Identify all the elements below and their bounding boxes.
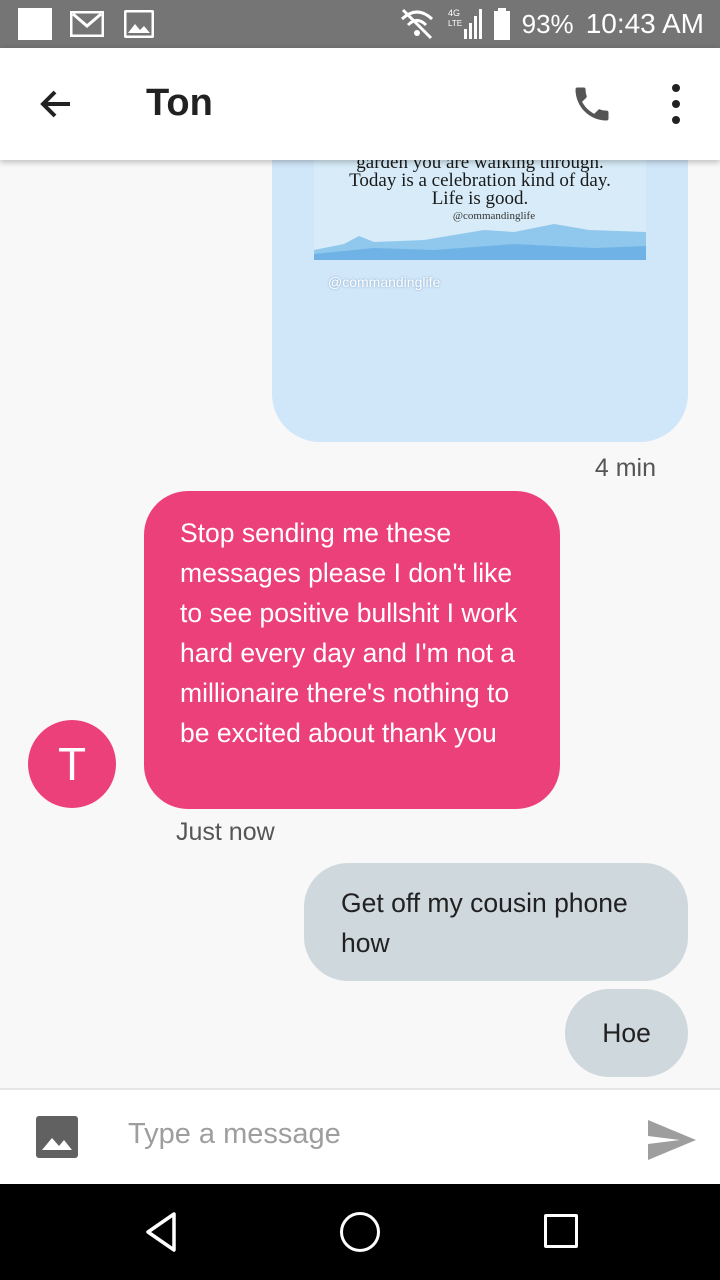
nav-back-icon[interactable] xyxy=(140,1210,184,1254)
quote-text: garden you are walking through. Today is… xyxy=(314,160,646,208)
gmail-icon xyxy=(70,10,104,38)
battery-percentage: 93% xyxy=(521,8,574,39)
system-nav-bar xyxy=(0,1184,720,1280)
app-bar: Ton xyxy=(0,48,720,160)
notification-icons xyxy=(18,8,156,40)
message-timestamp: Just now xyxy=(176,818,275,846)
wifi-off-icon xyxy=(400,8,433,40)
message-input[interactable]: Type a message xyxy=(128,1118,341,1151)
outgoing-message-bubble[interactable]: Get off my cousin phone how xyxy=(304,863,688,981)
battery-icon xyxy=(493,8,510,40)
avatar[interactable]: T xyxy=(28,720,116,808)
quote-image: garden you are walking through. Today is… xyxy=(314,160,646,260)
mountain-graphic xyxy=(314,224,646,260)
image-notification-icon xyxy=(122,10,156,38)
svg-text:LTE: LTE xyxy=(448,19,462,28)
conversation-list[interactable]: garden you are walking through. Today is… xyxy=(0,160,720,1088)
send-icon[interactable] xyxy=(646,1118,698,1162)
compose-bar: Type a message xyxy=(0,1088,720,1184)
contact-name: Ton xyxy=(146,82,213,124)
attach-image-icon[interactable] xyxy=(36,1116,78,1158)
status-icons: 4G LTE 93% 10:43 AM xyxy=(398,6,704,42)
image-message-bubble[interactable]: garden you are walking through. Today is… xyxy=(272,160,688,442)
nav-home-icon[interactable] xyxy=(340,1212,380,1252)
clock: 10:43 AM xyxy=(585,8,704,39)
outgoing-message-bubble[interactable]: Hoe xyxy=(565,989,688,1077)
incoming-message-bubble[interactable]: Stop sending me these messages please I … xyxy=(144,491,560,809)
phone-icon[interactable] xyxy=(570,82,614,126)
nav-recents-icon[interactable] xyxy=(544,1214,578,1248)
more-options-icon[interactable] xyxy=(662,84,690,124)
image-caption: @commandinglife xyxy=(328,274,441,290)
status-bar: 4G LTE 93% 10:43 AM xyxy=(0,0,720,48)
svg-text:4G: 4G xyxy=(448,8,460,18)
signal-icon: 4GLTE xyxy=(448,8,482,39)
app-notification-icon xyxy=(18,8,52,40)
back-arrow-icon[interactable] xyxy=(36,84,76,124)
quote-line-3: Life is good. xyxy=(431,188,529,209)
message-timestamp: 4 min xyxy=(594,454,656,482)
